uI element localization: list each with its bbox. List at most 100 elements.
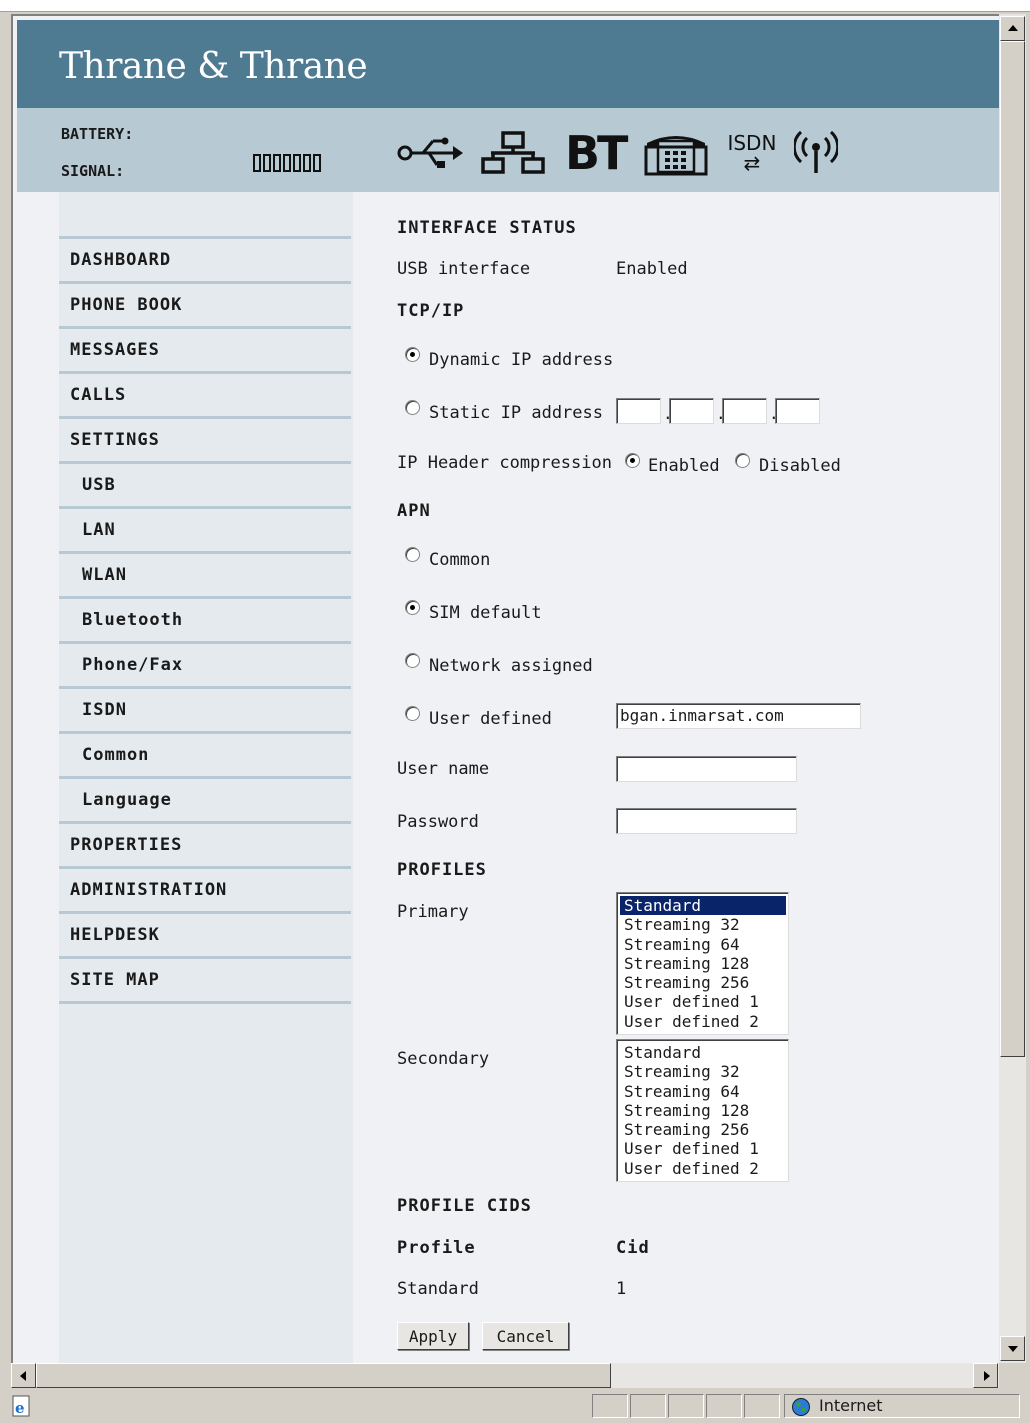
static-ip-octet-3[interactable] <box>722 398 767 424</box>
horizontal-scroll-thumb[interactable] <box>36 1363 611 1388</box>
profiles-heading: PROFILES <box>397 860 487 880</box>
nav-settings[interactable]: SETTINGS <box>59 419 351 464</box>
horizontal-scrollbar[interactable] <box>11 1363 999 1388</box>
signal-bar <box>253 154 261 172</box>
security-zone: Internet <box>784 1394 1020 1418</box>
nav-settings-isdn[interactable]: ISDN <box>59 689 351 734</box>
primary-profile-label: Primary <box>397 902 469 922</box>
primary-option[interactable]: Streaming 256 <box>620 973 786 992</box>
apn-network-assigned-label: Network assigned <box>429 656 593 676</box>
settings-form: INTERFACE STATUS USB interface Enabled T… <box>353 192 999 1363</box>
nav-settings-usb[interactable]: USB <box>59 464 351 509</box>
nav-settings-phone-fax[interactable]: Phone/Fax <box>59 644 351 689</box>
brand-logo: Thrane & Thrane <box>59 46 368 87</box>
security-zone-label: Internet <box>819 1396 883 1415</box>
ip-header-enabled-radio[interactable] <box>625 453 640 468</box>
apn-user-defined-radio[interactable] <box>405 706 420 721</box>
primary-option[interactable]: User defined 1 <box>620 992 786 1011</box>
nav-calls[interactable]: CALLS <box>59 374 351 419</box>
user-name-input[interactable] <box>616 756 797 782</box>
scroll-left-button[interactable] <box>11 1363 36 1388</box>
lan-icon[interactable] <box>481 128 547 178</box>
apn-heading: APN <box>397 501 431 521</box>
static-ip-octet-2[interactable] <box>669 398 714 424</box>
static-ip-radio[interactable] <box>405 400 420 415</box>
primary-profile-listbox[interactable]: Standard Streaming 32 Streaming 64 Strea… <box>616 892 789 1035</box>
svg-text:e: e <box>15 1399 25 1417</box>
primary-option[interactable]: Streaming 64 <box>620 935 786 954</box>
status-cell <box>592 1394 628 1418</box>
scroll-down-button[interactable] <box>1000 1336 1025 1361</box>
password-input[interactable] <box>616 808 797 834</box>
primary-option[interactable]: Standard <box>620 896 786 916</box>
vertical-scrollbar[interactable] <box>999 14 1026 1363</box>
primary-option[interactable]: Streaming 128 <box>620 954 786 973</box>
left-margin <box>17 192 59 1363</box>
interface-status-heading: INTERFACE STATUS <box>397 218 577 238</box>
cancel-button[interactable]: Cancel <box>482 1322 569 1350</box>
secondary-option[interactable]: Streaming 32 <box>620 1062 786 1081</box>
dynamic-ip-radio[interactable] <box>405 347 420 362</box>
ip-header-enabled-label: Enabled <box>648 456 720 476</box>
secondary-option[interactable]: Streaming 64 <box>620 1082 786 1101</box>
signal-bar <box>283 154 291 172</box>
usb-interface-label: USB interface <box>397 259 531 279</box>
nav-settings-language[interactable]: Language <box>59 779 351 824</box>
signal-bar <box>293 154 301 172</box>
nav-messages[interactable]: MESSAGES <box>59 329 351 374</box>
signal-bar <box>273 154 281 172</box>
wlan-icon[interactable] <box>794 128 839 178</box>
arrow-down-icon <box>1008 1346 1018 1352</box>
profile-cids-heading: PROFILE CIDS <box>397 1196 532 1216</box>
scroll-right-button[interactable] <box>973 1363 998 1388</box>
device-status-bar: BATTERY: SIGNAL: BT ISDN ⇄ <box>17 108 999 192</box>
secondary-option[interactable]: User defined 2 <box>620 1159 786 1178</box>
isdn-icon[interactable]: ISDN ⇄ <box>727 128 776 178</box>
secondary-option[interactable]: Standard <box>620 1043 786 1062</box>
nav-dashboard[interactable]: DASHBOARD <box>59 239 351 284</box>
apn-user-defined-label: User defined <box>429 709 552 729</box>
bluetooth-icon[interactable]: BT <box>565 126 628 180</box>
apply-button[interactable]: Apply <box>397 1322 469 1350</box>
secondary-option[interactable]: Streaming 128 <box>620 1101 786 1120</box>
cid-table-header-profile: Profile <box>397 1238 476 1258</box>
nav-helpdesk[interactable]: HELPDESK <box>59 914 351 959</box>
usb-icon[interactable] <box>397 128 463 178</box>
primary-option[interactable]: Streaming 32 <box>620 915 786 934</box>
scroll-up-button[interactable] <box>1000 16 1025 41</box>
apn-sim-default-radio[interactable] <box>405 600 420 615</box>
secondary-option[interactable]: User defined 1 <box>620 1139 786 1158</box>
apn-user-defined-input[interactable]: bgan.inmarsat.com <box>616 703 861 729</box>
nav-administration[interactable]: ADMINISTRATION <box>59 869 351 914</box>
vertical-scroll-thumb[interactable] <box>1000 41 1025 1057</box>
cid-row-cid: 1 <box>616 1279 627 1299</box>
nav-phone-book[interactable]: PHONE BOOK <box>59 284 351 329</box>
static-ip-octet-4[interactable] <box>775 398 820 424</box>
nav-properties[interactable]: PROPERTIES <box>59 824 351 869</box>
usb-interface-value: Enabled <box>616 259 688 279</box>
static-ip-octet-1[interactable] <box>616 398 661 424</box>
apn-common-radio[interactable] <box>405 547 420 562</box>
primary-option[interactable]: User defined 2 <box>620 1012 786 1031</box>
secondary-option[interactable]: Streaming 256 <box>620 1120 786 1139</box>
isdn-icon-text: ISDN <box>727 131 777 155</box>
signal-label: SIGNAL: <box>61 162 125 180</box>
nav-settings-common[interactable]: Common <box>59 734 351 779</box>
ip-header-disabled-radio[interactable] <box>735 453 750 468</box>
user-name-label: User name <box>397 759 490 779</box>
cid-row-profile: Standard <box>397 1279 479 1299</box>
apn-sim-default-label: SIM default <box>429 603 542 623</box>
nav-settings-bluetooth[interactable]: Bluetooth <box>59 599 351 644</box>
apn-network-assigned-radio[interactable] <box>405 653 420 668</box>
page-header: Thrane & Thrane <box>17 20 999 108</box>
nav-settings-wlan[interactable]: WLAN <box>59 554 351 599</box>
globe-icon <box>791 1397 811 1422</box>
browser-viewport: Thrane & Thrane BATTERY: SIGNAL: BT ISDN… <box>11 14 999 1363</box>
status-cell <box>668 1394 704 1418</box>
nav-settings-lan[interactable]: LAN <box>59 509 351 554</box>
nav-site-map[interactable]: SITE MAP <box>59 959 351 1004</box>
ip-header-disabled-label: Disabled <box>759 456 841 476</box>
secondary-profile-listbox[interactable]: Standard Streaming 32 Streaming 64 Strea… <box>616 1039 789 1182</box>
sidebar-nav: DASHBOARD PHONE BOOK MESSAGES CALLS SETT… <box>59 192 353 1363</box>
phone-fax-icon[interactable] <box>643 128 709 178</box>
